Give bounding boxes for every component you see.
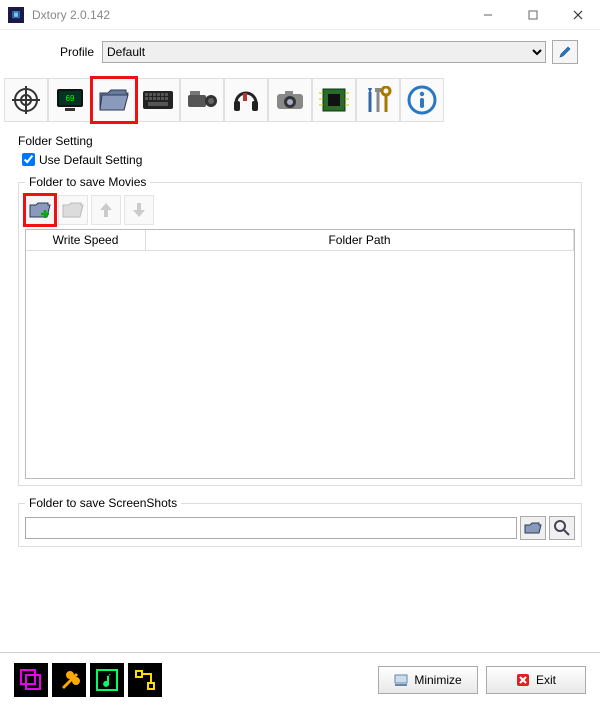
note-box-icon	[95, 668, 119, 692]
browse-screenshots-button[interactable]	[520, 516, 546, 540]
tab-tools[interactable]	[356, 78, 400, 122]
minimize-icon	[394, 674, 408, 686]
tab-gpu[interactable]	[312, 78, 356, 122]
arrow-down-icon	[132, 202, 146, 218]
folder-open-icon	[62, 201, 84, 219]
status-capture-icon[interactable]	[14, 663, 48, 697]
tab-info[interactable]	[400, 78, 444, 122]
table-header: Write Speed Folder Path	[26, 230, 574, 251]
status-settings-icon[interactable]	[52, 663, 86, 697]
crosshair-icon	[11, 85, 41, 115]
screenshots-path-input[interactable]	[25, 517, 517, 539]
arrow-up-icon	[99, 202, 113, 218]
tab-monitor[interactable]: 69	[48, 78, 92, 122]
movies-folder-table[interactable]: Write Speed Folder Path	[25, 229, 575, 479]
tab-audio[interactable]	[224, 78, 268, 122]
tools-icon	[364, 86, 392, 114]
titlebar: ▣ Dxtory 2.0.142	[0, 0, 600, 30]
screenshots-folder-group: Folder to save ScreenShots	[18, 496, 582, 547]
use-default-checkbox[interactable]	[22, 153, 35, 166]
screenshots-folder-legend: Folder to save ScreenShots	[25, 496, 181, 510]
movies-folder-group: Folder to save Movies	[18, 175, 582, 486]
open-folder-button[interactable]	[58, 195, 88, 225]
use-default-label: Use Default Setting	[39, 153, 142, 167]
pencil-icon	[558, 45, 572, 59]
tab-target[interactable]	[4, 78, 48, 122]
headphones-icon	[231, 87, 261, 113]
exit-icon	[516, 673, 530, 687]
minimize-label: Minimize	[414, 673, 461, 687]
exit-button[interactable]: Exit	[486, 666, 586, 694]
route-icon	[133, 668, 157, 692]
exit-label: Exit	[536, 673, 556, 687]
folder-setting-heading: Folder Setting	[18, 134, 582, 148]
col-write-speed[interactable]: Write Speed	[26, 230, 146, 250]
minimize-window-button[interactable]	[465, 0, 510, 30]
profile-row: Profile Default	[0, 30, 600, 70]
col-folder-path[interactable]: Folder Path	[146, 230, 574, 250]
minimize-button[interactable]: Minimize	[378, 666, 478, 694]
app-icon: ▣	[8, 7, 24, 23]
movies-folder-legend: Folder to save Movies	[25, 175, 150, 189]
tab-camera[interactable]	[268, 78, 312, 122]
stack-icon	[18, 667, 44, 693]
tab-video[interactable]	[180, 78, 224, 122]
close-window-button[interactable]	[555, 0, 600, 30]
info-icon	[407, 85, 437, 115]
add-folder-button[interactable]	[25, 195, 55, 225]
wrench-icon	[58, 669, 80, 691]
folder-setting-panel: Folder Setting Use Default Setting Folde…	[0, 122, 600, 561]
svg-text:69: 69	[66, 94, 75, 103]
movies-toolbar	[25, 195, 575, 225]
tab-strip: 69	[0, 70, 600, 122]
monitor-icon: 69	[55, 87, 85, 113]
folder-open-icon	[524, 521, 542, 535]
status-route-icon[interactable]	[128, 663, 162, 697]
camera-icon	[275, 89, 305, 111]
move-up-button[interactable]	[91, 195, 121, 225]
status-audio-icon[interactable]	[90, 663, 124, 697]
footer: Minimize Exit	[0, 652, 600, 706]
chip-icon	[319, 85, 349, 115]
folder-icon	[98, 87, 130, 113]
camcorder-icon	[186, 89, 218, 111]
magnifier-icon	[554, 520, 570, 536]
tab-keyboard[interactable]	[136, 78, 180, 122]
window-title: Dxtory 2.0.142	[32, 8, 465, 22]
explore-screenshots-button[interactable]	[549, 516, 575, 540]
tab-folder[interactable]	[92, 78, 136, 122]
move-down-button[interactable]	[124, 195, 154, 225]
profile-select[interactable]: Default	[102, 41, 546, 63]
edit-profile-button[interactable]	[552, 40, 578, 64]
folder-plus-icon	[29, 201, 51, 219]
profile-label: Profile	[22, 45, 102, 59]
maximize-window-button[interactable]	[510, 0, 555, 30]
keyboard-icon	[142, 90, 174, 110]
